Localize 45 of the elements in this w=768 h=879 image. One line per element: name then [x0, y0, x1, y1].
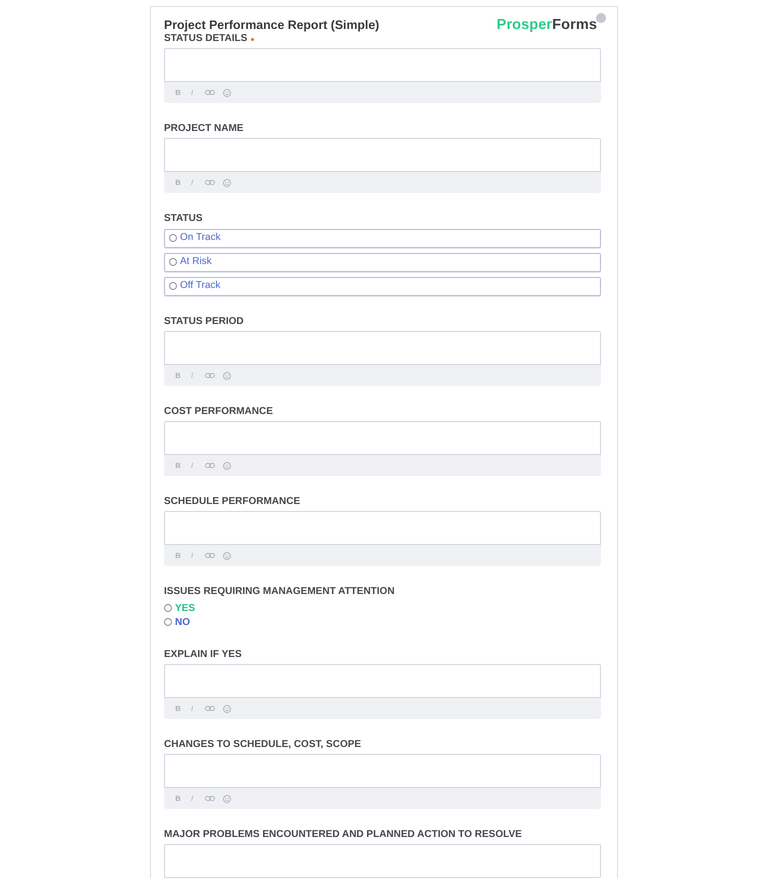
- link-icon[interactable]: [205, 90, 215, 95]
- field-label: MAJOR PROBLEMS ENCOUNTERED AND PLANNED ACTION TO RESOLVE: [164, 829, 522, 841]
- field-label: SCHEDULE PERFORMANCE: [164, 496, 300, 508]
- link-icon[interactable]: [205, 796, 215, 801]
- smiley-icon[interactable]: [223, 178, 231, 186]
- text-area[interactable]: [164, 754, 601, 788]
- link-icon[interactable]: [205, 180, 215, 185]
- field-label: PROJECT NAME: [164, 123, 244, 135]
- option-label[interactable]: YES: [175, 602, 196, 614]
- smiley-icon[interactable]: [223, 372, 231, 380]
- option-label[interactable]: NO: [175, 616, 190, 628]
- link-icon[interactable]: [205, 463, 215, 468]
- radio-option[interactable]: On Track: [164, 229, 601, 248]
- link-icon[interactable]: [205, 706, 215, 711]
- smiley-icon[interactable]: [223, 794, 231, 802]
- text-area[interactable]: [164, 511, 601, 545]
- radio-option[interactable]: At Risk: [164, 253, 601, 272]
- form-title: Project Performance Report (Simple): [164, 18, 380, 32]
- radio-button-icon[interactable]: [164, 604, 172, 612]
- text-area[interactable]: [164, 664, 601, 698]
- smiley-icon[interactable]: [223, 704, 231, 712]
- logo: ProsperForms: [496, 17, 597, 33]
- link-icon[interactable]: [205, 373, 215, 378]
- field-label: CHANGES TO SCHEDULE, COST, SCOPE: [164, 739, 362, 751]
- radio-button-icon[interactable]: [169, 282, 177, 290]
- link-icon[interactable]: [205, 553, 215, 558]
- circle-icon[interactable]: [596, 13, 606, 23]
- field-label: STATUS DETAILS: [164, 33, 248, 45]
- field-label: EXPLAIN IF YES: [164, 649, 242, 661]
- field-label: STATUS: [164, 213, 203, 225]
- radio-button-icon[interactable]: [169, 258, 177, 266]
- smiley-icon[interactable]: [223, 552, 231, 560]
- radio-option[interactable]: Off Track: [164, 277, 601, 296]
- text-area[interactable]: [164, 331, 601, 365]
- text-area[interactable]: [164, 421, 601, 455]
- radio-button-icon[interactable]: [164, 618, 172, 626]
- text-area[interactable]: [164, 48, 601, 82]
- text-area[interactable]: [164, 844, 601, 878]
- field-label: ISSUES REQUIRING MANAGEMENT ATTENTION: [164, 586, 395, 598]
- smiley-icon[interactable]: [223, 462, 231, 470]
- radio-button-icon[interactable]: [169, 234, 177, 242]
- smiley-icon[interactable]: [223, 88, 231, 96]
- field-label: STATUS PERIOD: [164, 316, 244, 328]
- text-area[interactable]: [164, 138, 601, 172]
- field-label: COST PERFORMANCE: [164, 406, 273, 418]
